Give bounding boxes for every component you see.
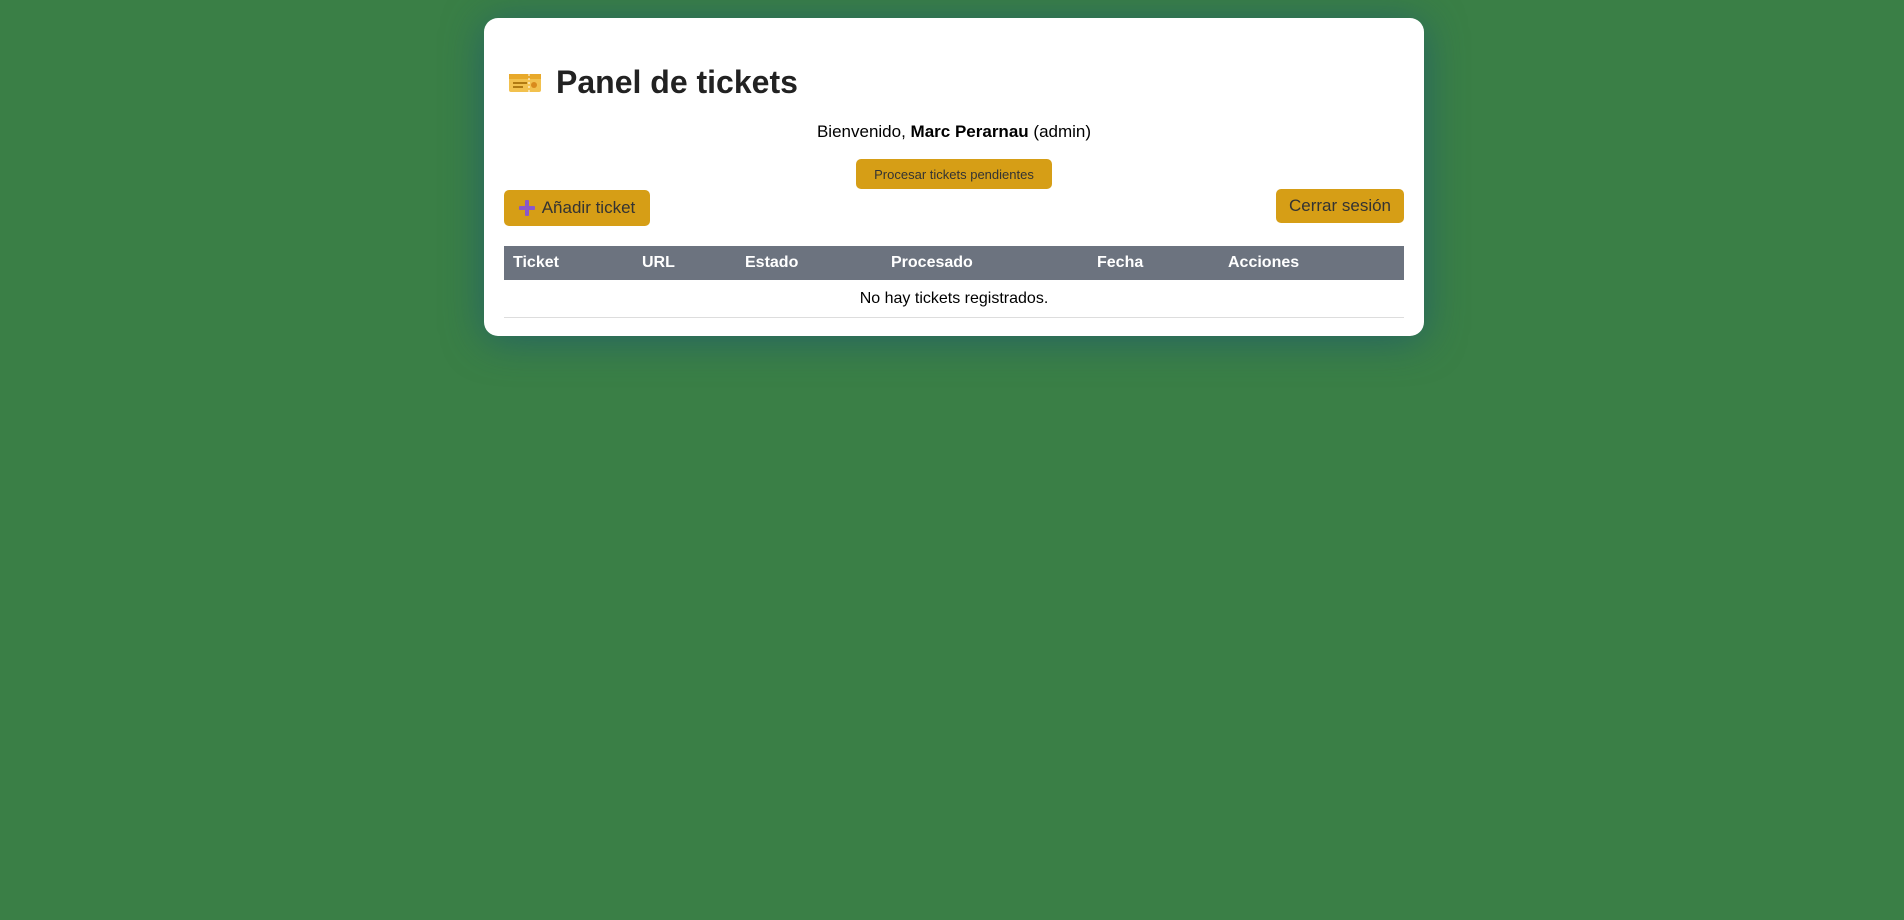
user-role: (admin)	[1033, 122, 1092, 141]
plus-icon	[518, 200, 535, 216]
column-header-url: URL	[642, 254, 675, 271]
welcome-prefix: Bienvenido,	[816, 122, 906, 141]
column-header-ticket: Ticket	[513, 254, 559, 271]
page-title: Panel de tickets	[556, 64, 798, 100]
logout-button[interactable]: Cerrar sesión	[1276, 189, 1404, 223]
column-header-acciones: Acciones	[1228, 254, 1300, 271]
process-pending-tickets-button[interactable]: Procesar tickets pendientes	[856, 159, 1052, 189]
add-ticket-label: Añadir ticket	[541, 198, 636, 217]
column-header-procesado: Procesado	[891, 254, 973, 271]
tickets-table: Ticket URL Estado Procesado Fecha Accion…	[504, 246, 1404, 318]
table-row: No hay tickets registrados.	[504, 280, 1404, 318]
ticket-panel-card: Panel de tickets Bienvenido, Marc Perarn…	[484, 18, 1424, 336]
title-row: Panel de tickets	[508, 64, 798, 101]
column-header-estado: Estado	[745, 254, 799, 271]
table-header-row: Ticket URL Estado Procesado Fecha Accion…	[504, 246, 1404, 280]
user-name: Marc Perarnau	[910, 122, 1029, 141]
ticket-icon	[508, 71, 542, 95]
add-ticket-button[interactable]: Añadir ticket	[504, 190, 650, 226]
empty-table-message: No hay tickets registrados.	[504, 280, 1404, 318]
column-header-fecha: Fecha	[1097, 254, 1144, 271]
welcome-message: Bienvenido, Marc Perarnau (admin)	[484, 122, 1424, 142]
